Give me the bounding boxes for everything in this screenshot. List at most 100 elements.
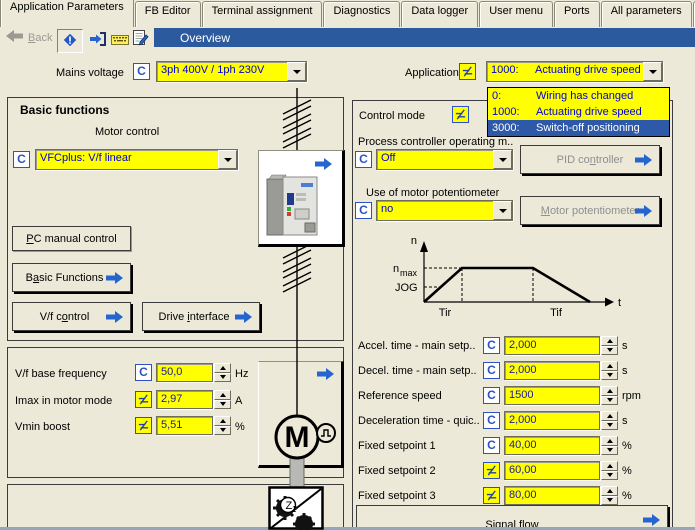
- accel-time-label: Accel. time - main setp..: [358, 340, 475, 352]
- decel-time-label: Decel. time - main setp..: [358, 365, 477, 377]
- decel-time-spinner[interactable]: [601, 361, 618, 380]
- basic-functions-button[interactable]: Basic Functions: [12, 263, 131, 292]
- assign-button[interactable]: [86, 29, 110, 51]
- unit-label: s: [622, 340, 628, 352]
- motor-control-label: Motor control: [95, 126, 159, 138]
- process-controller-value: Off: [377, 150, 493, 169]
- svg-text:M: M: [285, 421, 310, 454]
- changed-param-icon: [459, 63, 476, 80]
- tab-terminal-assignment[interactable]: Terminal assignment: [202, 1, 323, 27]
- tab-all-parameters[interactable]: All parameters: [601, 1, 692, 27]
- vmin-boost-label: Vmin boost: [15, 421, 70, 433]
- application-value-num: 1000:: [491, 64, 535, 81]
- quick-decel-input[interactable]: 2,000: [504, 411, 600, 430]
- imax-motor-mode-spinner[interactable]: [214, 390, 231, 409]
- tab-application-parameters[interactable]: Application Parameters: [0, 0, 134, 27]
- unit-label: Hz: [235, 368, 248, 380]
- svg-text:Tif: Tif: [550, 307, 563, 319]
- dropdown-arrow-icon[interactable]: [643, 62, 662, 81]
- fixed-setpoint3-input[interactable]: 80,00: [504, 486, 600, 505]
- motor-symbol: M: [250, 395, 350, 500]
- fixed-setpoint3-spinner[interactable]: [601, 486, 618, 505]
- arrow-right-icon: [315, 158, 332, 173]
- dropdown-arrow-icon[interactable]: [493, 201, 512, 220]
- vf-control-button[interactable]: V/f control: [12, 302, 131, 331]
- arrow-right-icon: [635, 205, 652, 220]
- svg-text:JOG: JOG: [395, 282, 418, 294]
- application-label: Application: [405, 67, 459, 79]
- fixed-setpoint1-input[interactable]: 40,00: [504, 436, 600, 455]
- door-arrow-icon: [89, 32, 107, 49]
- arrow-right-icon: [106, 272, 123, 287]
- svg-text:n: n: [393, 263, 399, 275]
- unit-label: %: [622, 465, 632, 477]
- option-actuating-drive-speed[interactable]: 1000: Actuating drive speed: [488, 104, 669, 120]
- application-select[interactable]: 1000: Actuating drive speed: [486, 61, 663, 82]
- drive-interface-button[interactable]: Drive interface: [142, 302, 260, 331]
- tab-ports[interactable]: Ports: [554, 1, 600, 27]
- c-icon: [355, 202, 372, 219]
- quick-decel-label: Deceleration time - quic..: [358, 415, 480, 427]
- pid-controller-button[interactable]: PID controller: [520, 145, 660, 174]
- vmin-boost-spinner[interactable]: [214, 416, 231, 435]
- motor-control-select[interactable]: VFCplus: V/f linear: [35, 149, 238, 170]
- process-controller-select[interactable]: Off: [376, 149, 513, 170]
- overview-nav-button[interactable]: [57, 29, 83, 53]
- motor-control-value: VFCplus: V/f linear: [36, 150, 218, 169]
- changed-param-icon: [483, 487, 500, 504]
- fixed-setpoint3-label: Fixed setpoint 3: [358, 490, 436, 502]
- control-mode-label: Control mode: [359, 110, 425, 122]
- c-icon: [483, 362, 500, 379]
- dropdown-arrow-icon[interactable]: [493, 150, 512, 169]
- application-dropdown-list: 0: Wiring has changed 1000: Actuating dr…: [487, 87, 670, 137]
- back-arrow-icon: [6, 30, 23, 45]
- c-icon: [483, 412, 500, 429]
- vmin-boost-input[interactable]: 5,51: [156, 416, 213, 435]
- option-switch-off-positioning[interactable]: 3000: Switch-off positioning: [488, 120, 669, 136]
- motor-potentiometer-button[interactable]: Motor potentiometer: [520, 196, 660, 225]
- tab-data-logger[interactable]: Data logger: [401, 1, 478, 27]
- c-icon: [483, 437, 500, 454]
- c-icon: [483, 387, 500, 404]
- imax-motor-mode-input[interactable]: 2,97: [156, 390, 213, 409]
- view-header: Overview: [154, 28, 695, 47]
- pc-manual-control-button[interactable]: PC manual control: [12, 226, 131, 251]
- arrow-right-icon: [635, 154, 652, 169]
- arrow-right-icon: [106, 311, 123, 326]
- c-icon: [355, 151, 372, 168]
- unit-label: rpm: [622, 390, 641, 402]
- tab-fb-editor[interactable]: FB Editor: [135, 1, 201, 27]
- application-value: 1000: Actuating drive speed: [487, 62, 643, 81]
- tab-diagnostics[interactable]: Diagnostics: [323, 1, 400, 27]
- properties-button[interactable]: [128, 28, 152, 50]
- fixed-setpoint2-spinner[interactable]: [601, 461, 618, 480]
- vf-base-frequency-input[interactable]: 50,0: [156, 363, 213, 382]
- decel-time-input[interactable]: 2,000: [504, 361, 600, 380]
- changed-param-icon: [483, 462, 500, 479]
- tab-user-menu[interactable]: User menu: [479, 1, 553, 27]
- application-value-text: Actuating drive speed: [535, 64, 641, 81]
- back-button[interactable]: Back: [6, 30, 52, 45]
- fixed-setpoint2-input[interactable]: 60,00: [504, 461, 600, 480]
- reference-speed-spinner[interactable]: [601, 386, 618, 405]
- reference-speed-input[interactable]: 1500: [504, 386, 600, 405]
- mains-voltage-select[interactable]: 3ph 400V / 1ph 230V: [156, 61, 307, 82]
- quick-decel-spinner[interactable]: [601, 411, 618, 430]
- toolbar: Back: [0, 27, 695, 53]
- motor-pot-label: Use of motor potentiometer: [366, 187, 499, 199]
- vf-base-frequency-spinner[interactable]: [214, 363, 231, 382]
- dropdown-arrow-icon[interactable]: [287, 62, 306, 81]
- diamond-icon: [62, 32, 78, 51]
- svg-text:t: t: [618, 297, 621, 309]
- option-wiring-has-changed[interactable]: 0: Wiring has changed: [488, 88, 669, 104]
- properties-sheet-icon: [131, 29, 149, 49]
- fixed-setpoint1-label: Fixed setpoint 1: [358, 440, 436, 452]
- motor-pot-value: no: [377, 201, 493, 220]
- inverter-button[interactable]: [258, 150, 345, 247]
- dropdown-arrow-icon[interactable]: [218, 150, 237, 169]
- accel-time-input[interactable]: 2,000: [504, 336, 600, 355]
- motor-pot-select[interactable]: no: [376, 200, 513, 221]
- fixed-setpoint1-spinner[interactable]: [601, 436, 618, 455]
- accel-time-spinner[interactable]: [601, 336, 618, 355]
- unit-label: %: [235, 421, 245, 433]
